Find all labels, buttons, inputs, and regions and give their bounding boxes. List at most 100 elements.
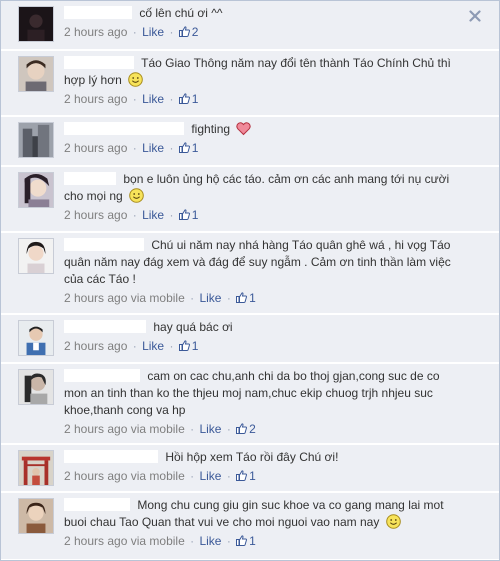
close-icon[interactable] xyxy=(469,10,481,22)
like-link[interactable]: Like xyxy=(142,208,164,222)
thumbs-up-icon xyxy=(236,423,248,434)
commenter-name[interactable] xyxy=(64,172,116,185)
comment-time[interactable]: 2 hours ago xyxy=(64,422,127,436)
like-link[interactable]: Like xyxy=(199,422,221,436)
comment-time[interactable]: 2 hours ago xyxy=(64,141,127,155)
commenter-name[interactable] xyxy=(64,450,158,463)
comment-time[interactable]: 2 hours ago xyxy=(64,534,127,548)
separator: · xyxy=(132,25,137,39)
like-count[interactable]: 1 xyxy=(178,141,199,155)
like-link[interactable]: Like xyxy=(199,534,221,548)
separator: · xyxy=(169,208,174,222)
avatar[interactable] xyxy=(18,56,54,92)
like-count[interactable]: 1 xyxy=(236,291,256,305)
avatar[interactable] xyxy=(18,498,54,534)
like-count[interactable]: 1 xyxy=(178,208,198,222)
separator: · xyxy=(226,469,231,483)
separator: · xyxy=(190,469,195,483)
comment-meta: 2 hours ago via mobile · Like · 1 xyxy=(64,533,465,549)
comment-meta: 2 hours ago via mobile · Like · 1 xyxy=(64,290,465,306)
avatar[interactable] xyxy=(18,320,54,356)
like-count[interactable]: 2 xyxy=(178,25,198,39)
comment-time[interactable]: 2 hours ago xyxy=(64,208,127,222)
comment-body: Mong chu cung giu gin suc khoe va co gan… xyxy=(64,497,465,549)
thumbs-up-icon xyxy=(178,209,190,220)
like-link[interactable]: Like xyxy=(142,92,164,106)
comment-time[interactable]: 2 hours ago xyxy=(64,339,127,353)
avatar[interactable] xyxy=(18,172,54,208)
comment-text: hay quá bác ơi xyxy=(153,320,233,334)
comment-time[interactable]: 2 hours ago xyxy=(64,291,127,305)
comment-item: Hồi hộp xem Táo rồi đây Chú ơi! 2 hours … xyxy=(1,445,499,492)
avatar[interactable] xyxy=(18,238,54,274)
separator: · xyxy=(190,422,195,436)
like-link[interactable]: Like xyxy=(142,25,164,39)
thumbs-up-icon xyxy=(178,93,190,104)
comment-time[interactable]: 2 hours ago xyxy=(64,92,127,106)
like-link[interactable]: Like xyxy=(142,339,164,353)
separator: · xyxy=(226,422,231,436)
comment-body: hay quá bác ơi 2 hours ago · Like · 1 xyxy=(64,319,465,354)
commenter-name[interactable] xyxy=(64,320,146,333)
avatar[interactable] xyxy=(18,6,54,42)
comment-text: cố lên chú ơi ^^ xyxy=(139,6,223,20)
thumbs-up-icon xyxy=(178,26,190,37)
like-count[interactable]: 1 xyxy=(178,92,199,106)
thumbs-up-icon xyxy=(178,340,190,351)
comment-item: Chú ui năm nay nhá hàng Táo quân ghê wá … xyxy=(1,233,499,314)
commenter-name[interactable] xyxy=(64,498,130,511)
comment-time[interactable]: 2 hours ago xyxy=(64,25,127,39)
like-count-value: 1 xyxy=(191,141,199,155)
thumbs-up-icon xyxy=(178,142,190,153)
heart-icon xyxy=(236,122,252,136)
commenter-name[interactable] xyxy=(64,369,140,382)
like-count-value: 1 xyxy=(191,92,199,106)
separator: · xyxy=(226,291,231,305)
separator: · xyxy=(132,339,137,353)
comment-via[interactable]: via mobile xyxy=(131,469,185,483)
like-link[interactable]: Like xyxy=(199,469,221,483)
separator: · xyxy=(169,339,174,353)
separator: · xyxy=(190,534,195,548)
like-count-value: 1 xyxy=(249,469,256,483)
comment-via[interactable]: via mobile xyxy=(131,291,185,305)
separator: · xyxy=(132,208,137,222)
comment-item: cố lên chú ơi ^^ 2 hours ago · Like · 2 xyxy=(1,1,499,50)
comment-time[interactable]: 2 hours ago xyxy=(64,469,127,483)
separator: · xyxy=(132,92,137,106)
comment-item: cam on cac chu,anh chi da bo thoj gjan,c… xyxy=(1,364,499,444)
like-link[interactable]: Like xyxy=(199,291,221,305)
comment-list: cố lên chú ơi ^^ 2 hours ago · Like · 2 … xyxy=(0,0,500,561)
comment-item: bọn e luôn ủng hộ các táo. cảm ơn các an… xyxy=(1,167,499,232)
commenter-name[interactable] xyxy=(64,238,144,251)
comment-item: hay quá bác ơi 2 hours ago · Like · 1 xyxy=(1,315,499,363)
avatar[interactable] xyxy=(18,450,54,486)
like-count[interactable]: 2 xyxy=(236,422,256,436)
comment-body: Chú ui năm nay nhá hàng Táo quân ghê wá … xyxy=(64,237,465,306)
comment-meta: 2 hours ago · Like · 1 xyxy=(64,140,465,156)
comment-meta: 2 hours ago · Like · 1 xyxy=(64,338,465,354)
like-count[interactable]: 1 xyxy=(236,534,256,548)
separator: · xyxy=(169,25,174,39)
smiley-icon xyxy=(128,72,143,87)
avatar[interactable] xyxy=(18,122,54,158)
like-count[interactable]: 1 xyxy=(178,339,198,353)
commenter-name[interactable] xyxy=(64,56,134,69)
comment-text: Hồi hộp xem Táo rồi đây Chú ơi! xyxy=(165,450,339,464)
comment-body: Hồi hộp xem Táo rồi đây Chú ơi! 2 hours … xyxy=(64,449,465,484)
commenter-name[interactable] xyxy=(64,122,184,135)
like-count[interactable]: 1 xyxy=(236,469,256,483)
like-count-value: 1 xyxy=(249,291,256,305)
like-link[interactable]: Like xyxy=(142,141,164,155)
comment-body: bọn e luôn ủng hộ các táo. cảm ơn các an… xyxy=(64,171,465,223)
smiley-icon xyxy=(385,514,401,529)
thumbs-up-icon xyxy=(236,535,248,546)
comment-via[interactable]: via mobile xyxy=(131,534,185,548)
avatar[interactable] xyxy=(18,369,54,405)
thumbs-up-icon xyxy=(236,470,248,481)
commenter-name[interactable] xyxy=(64,6,132,19)
separator: · xyxy=(226,534,231,548)
separator: · xyxy=(132,141,137,155)
comment-via[interactable]: via mobile xyxy=(131,422,185,436)
comment-meta: 2 hours ago via mobile · Like · 1 xyxy=(64,468,465,484)
